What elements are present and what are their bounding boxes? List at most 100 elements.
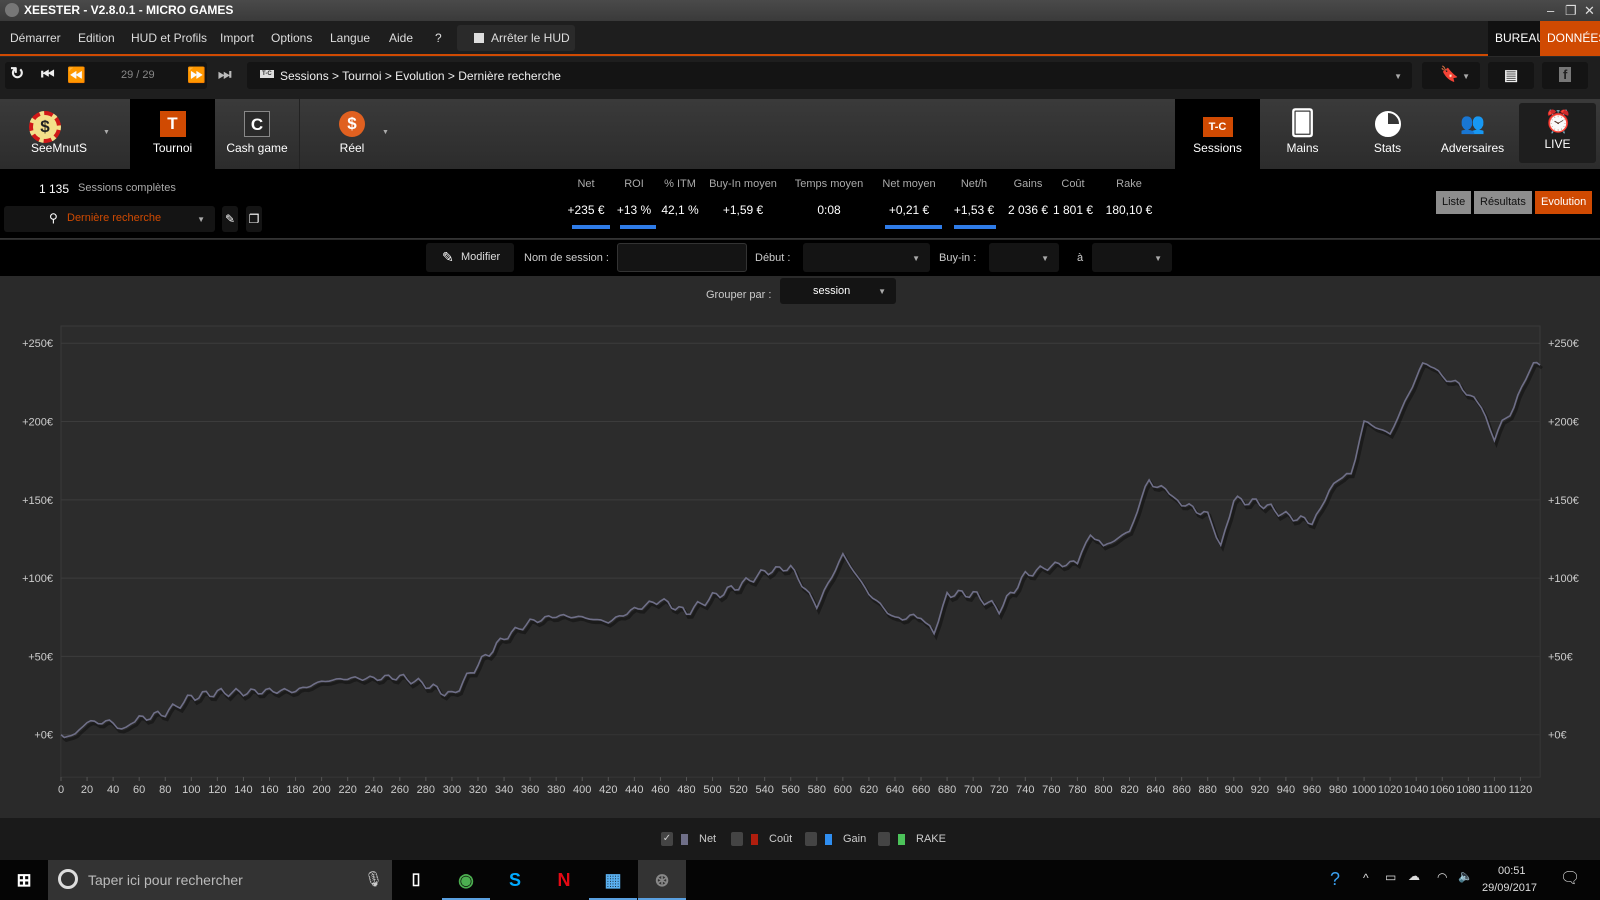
chevron-down-icon[interactable]: ▼ [382,129,389,136]
menu-aide[interactable]: Aide [389,31,413,45]
skype-icon[interactable]: S [491,860,539,900]
bookmark-button[interactable]: 🔖 ▼ [1422,62,1480,89]
stop-hud-label: Arrêter le HUD [491,31,570,45]
session-count-label: Sessions complètes [78,182,176,194]
xeester-task-icon[interactable]: ⊛ [638,860,686,900]
chevron-down-icon[interactable]: ▼ [103,129,110,136]
legend-swatch [825,834,832,845]
stop-hud-button[interactable]: Arrêter le HUD [457,25,575,51]
copy-icon[interactable]: ❐ [246,206,262,232]
chevron-down-icon: ▼ [1041,254,1049,263]
stat-indicator-bar [954,225,996,229]
tile-adversaires[interactable]: 👥 Adversaires [1430,99,1515,169]
chevron-down-icon: ▼ [197,215,205,224]
view-evolution-button[interactable]: Evolution [1535,191,1592,214]
tile-live[interactable]: ⏰ LIVE [1519,103,1596,163]
session-name-input[interactable] [617,243,747,272]
chart-plot: +0€ +0€ +50€ +50€ +100€ +100€ +150€ +150€ +200€ +… [22,325,1579,796]
help-tray-icon[interactable]: ? [1330,869,1340,890]
cards-icon: 🂠 [1290,110,1315,137]
saved-search-select[interactable]: ⚲ Dernière recherche ▼ [4,206,215,232]
start-select[interactable]: ▼ [803,243,930,272]
view-liste-button[interactable]: Liste [1436,191,1472,214]
close-icon[interactable]: ✕ [1584,0,1595,21]
x-tick-label: 700 [964,784,982,796]
x-tick-label: 520 [729,784,747,796]
notifications-icon[interactable]: 🗨 [1560,868,1580,888]
chrome-icon[interactable]: ◉ [442,860,490,900]
refresh-icon[interactable]: ↻ [10,64,24,84]
buyin-min-select[interactable]: ▼ [989,243,1059,272]
fast-forward-icon[interactable]: ⏩ [187,66,206,84]
taskbar: ⊞ Taper ici pour rechercher 🎙 ▯ ◉ S N ▦ … [0,860,1600,900]
breadcrumb[interactable]: T-C Sessions > Tournoi > Evolution > Der… [247,62,1412,89]
x-tick-label: 460 [651,784,669,796]
tile-mains[interactable]: 🂠 Mains [1260,99,1345,169]
buyin-max-select[interactable]: ▼ [1092,243,1172,272]
reel-label: Réel [339,141,365,155]
legend-checkbox-coût[interactable] [731,832,743,846]
legend-checkbox-gain[interactable] [805,832,817,846]
view-resultats-button[interactable]: Résultats [1474,191,1532,214]
task-view-icon[interactable]: ▯ [392,860,440,900]
first-page-icon[interactable]: ⏮ [41,66,55,83]
tile-stats[interactable]: Stats [1345,99,1430,169]
menu-bar: Démarrer Edition HUD et Profils Import O… [0,21,1600,56]
pmu-icon[interactable]: ▦ [589,860,637,900]
tile-sessions[interactable]: T-C Sessions [1175,99,1260,169]
rewind-icon[interactable]: ⏪ [67,66,86,84]
notes-button[interactable]: ▤ [1488,62,1534,89]
x-tick-label: 0 [58,784,64,796]
last-page-icon[interactable]: ⏭ [218,66,232,83]
wifi-icon[interactable]: ◠ [1437,870,1447,884]
menu-help[interactable]: ? [435,31,442,45]
clock-time[interactable]: 00:51 [1498,865,1526,877]
tile-player[interactable]: $ SeeMnutS ▼ [0,99,130,169]
pie-chart-icon [1374,111,1401,137]
netflix-icon[interactable]: N [540,860,588,900]
chevron-up-icon[interactable]: ^ [1363,871,1369,885]
x-tick-label: 280 [417,784,435,796]
chevron-down-icon[interactable]: ▼ [1394,72,1402,81]
menu-hud-profils[interactable]: HUD et Profils [131,31,207,45]
tile-reel[interactable]: $ Réel ▼ [302,99,402,169]
x-tick-label: 1040 [1404,784,1428,796]
windows-start-icon[interactable]: ⊞ [0,860,48,900]
menu-options[interactable]: Options [271,31,312,45]
cloud-icon[interactable]: ☁ [1408,869,1420,883]
donnees-tab[interactable]: DONNÉES [1540,21,1600,56]
restore-icon[interactable]: ❐ [1565,0,1577,21]
page-indicator: 29 / 29 [121,69,155,81]
adversaires-label: Adversaires [1440,141,1505,155]
chevron-down-icon: ▼ [1462,72,1470,81]
document-icon: ▤ [1504,67,1519,84]
x-tick-label: 360 [521,784,539,796]
volume-icon[interactable]: 🔈 [1458,869,1473,883]
facebook-button[interactable]: f [1542,62,1588,89]
x-tick-label: 580 [808,784,826,796]
menu-edition[interactable]: Edition [78,31,115,45]
x-tick-label: 300 [443,784,461,796]
taskbar-search-placeholder: Taper ici pour rechercher [88,872,243,888]
menu-demarrer[interactable]: Démarrer [10,31,61,45]
microphone-icon[interactable]: 🎙 [364,870,383,888]
x-tick-label: 800 [1094,784,1112,796]
menu-langue[interactable]: Langue [330,31,370,45]
legend-checkbox-rake[interactable] [878,832,890,846]
tile-tournoi[interactable]: T Tournoi [130,99,215,169]
x-tick-label: 620 [860,784,878,796]
filter-bar: ✎ Modifier Nom de session : Début : ▼ Bu… [0,240,1600,276]
taskbar-search[interactable]: Taper ici pour rechercher 🎙 [48,860,392,900]
legend-checkbox-net[interactable]: ✓ [661,832,673,846]
modify-button[interactable]: ✎ Modifier [426,243,514,272]
edit-search-icon[interactable]: ✎ [222,206,238,232]
battery-icon[interactable]: ▭ [1385,870,1396,884]
clock-date[interactable]: 29/09/2017 [1482,882,1537,894]
stat-header: Rake [1116,178,1142,190]
y-tick-label-left: +200€ [22,417,53,429]
minimize-icon[interactable]: – [1547,0,1554,21]
tile-cash-game[interactable]: C Cash game [215,99,300,169]
x-tick-label: 940 [1277,784,1295,796]
menu-import[interactable]: Import [220,31,254,45]
x-tick-label: 720 [990,784,1008,796]
